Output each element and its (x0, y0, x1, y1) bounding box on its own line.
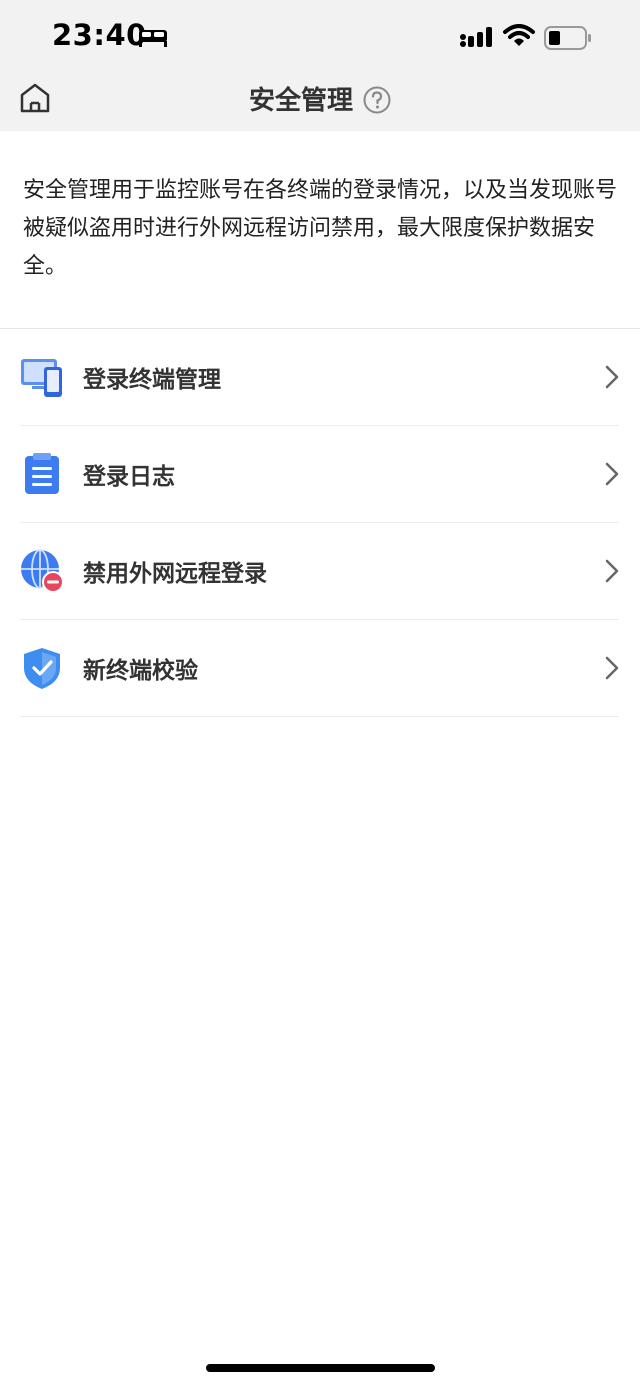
description-text: 安全管理用于监控账号在各终端的登录情况，以及当发现账号被疑似盗用时进行外网远程访… (0, 131, 640, 329)
bed-icon (139, 30, 167, 47)
chevron-right-icon (605, 462, 619, 486)
battery-icon (544, 26, 591, 50)
cellular-signal-icon (460, 27, 492, 47)
status-bar: 23:40 (0, 0, 640, 76)
menu-item-label: 新终端校验 (83, 658, 198, 684)
clipboard-icon (25, 453, 59, 494)
devices-icon (21, 359, 62, 397)
home-indicator[interactable] (206, 1364, 435, 1372)
page-title: 安全管理 (248, 86, 353, 116)
help-icon[interactable] (363, 86, 391, 114)
chevron-right-icon (605, 656, 619, 680)
globe-block-icon (21, 549, 64, 593)
nav-bar: 安全管理 (0, 76, 640, 131)
wifi-icon (503, 24, 535, 46)
menu-list: 登录终端管理 登录日志 禁用外网远程登录 新终端校验 (0, 329, 640, 717)
menu-item-terminal-management[interactable]: 登录终端管理 (20, 329, 619, 426)
menu-item-login-log[interactable]: 登录日志 (20, 426, 619, 523)
header: 23:40 安全管理 (0, 0, 640, 131)
chevron-right-icon (605, 365, 619, 389)
menu-item-label: 禁用外网远程登录 (83, 561, 267, 587)
status-time: 23:40 (52, 18, 147, 52)
menu-item-new-terminal-verification[interactable]: 新终端校验 (20, 620, 619, 717)
menu-item-label: 登录日志 (83, 464, 175, 490)
menu-item-label: 登录终端管理 (83, 367, 221, 393)
shield-check-icon (24, 648, 60, 689)
chevron-right-icon (605, 559, 619, 583)
menu-item-disable-remote-login[interactable]: 禁用外网远程登录 (20, 523, 619, 620)
page-title-bar: 安全管理 (0, 80, 640, 117)
